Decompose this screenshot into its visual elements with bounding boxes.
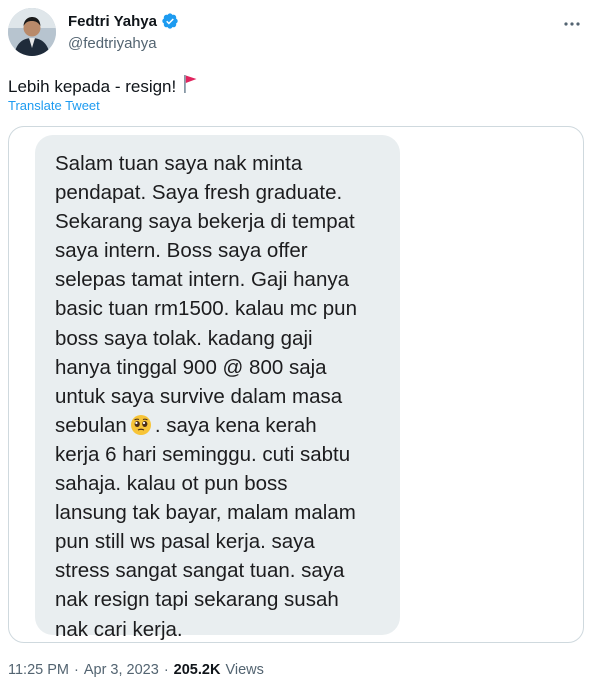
tweet-date[interactable]: Apr 3, 2023	[84, 662, 159, 678]
message-line: saya intern. Boss saya offer	[55, 239, 308, 263]
author-handle[interactable]: @fedtriyahya	[68, 35, 157, 52]
avatar-image	[8, 8, 56, 56]
message-line-part: sebulan	[55, 413, 127, 437]
message-line: sahaja. kalau ot pun boss	[55, 472, 288, 496]
author-name-row[interactable]: Fedtri Yahya	[68, 12, 179, 30]
meta-separator: ·	[163, 662, 169, 678]
message-line: boss saya tolak. kadang gaji	[55, 326, 313, 350]
more-options-icon[interactable]	[562, 14, 582, 34]
tweet-text-content: Lebih kepada - resign!	[8, 76, 177, 96]
message-line-part: . saya kena kerah	[154, 413, 317, 437]
message-line: nak resign tapi sekarang susah	[55, 588, 339, 612]
message-line-with-emoji: sebulan . saya kena kerah	[55, 411, 357, 440]
message-line: Salam tuan saya nak minta	[55, 152, 303, 175]
red-flag-icon	[182, 74, 198, 99]
verified-badge-icon	[161, 12, 179, 30]
tweet-text: Lebih kepada - resign!	[8, 74, 198, 99]
views-label: Views	[225, 662, 264, 678]
translate-tweet-link[interactable]: Translate Tweet	[8, 98, 100, 113]
message-line: lansung tak bayar, malam malam	[55, 501, 356, 525]
tweet-time[interactable]: 11:25 PM	[8, 662, 69, 678]
message-line: Sekarang saya bekerja di tempat	[55, 210, 355, 234]
message-bubble: Salam tuan saya nak minta pendapat. Saya…	[35, 135, 400, 641]
message-line: pendapat. Saya fresh graduate.	[55, 181, 343, 205]
message-line: basic tuan rm1500. kalau mc pun	[55, 297, 357, 321]
message-line: stress sangat sangat tuan. saya	[55, 559, 345, 583]
message-line: nak cari kerja.	[55, 617, 183, 641]
author-display-name[interactable]: Fedtri Yahya	[68, 13, 157, 30]
meta-separator: ·	[74, 662, 79, 678]
tweet-media-image[interactable]: Salam tuan saya nak minta pendapat. Saya…	[8, 126, 584, 643]
tweet-meta: 11:25 PM · Apr 3, 2023 · 205.2K Views	[8, 662, 264, 678]
pleading-face-icon	[130, 414, 152, 436]
message-line: selepas tamat intern. Gaji hanya	[55, 268, 349, 292]
views-count: 205.2K	[173, 662, 221, 678]
author-avatar[interactable]	[8, 8, 56, 56]
message-line: pun still ws pasal kerja. saya	[55, 530, 315, 554]
message-line: hanya tinggal 900 @ 800 saja	[55, 355, 327, 379]
message-text: Salam tuan saya nak minta pendapat. Saya…	[55, 149, 357, 642]
message-line: untuk saya survive dalam masa	[55, 384, 343, 408]
message-line: kerja 6 hari seminggu. cuti sabtu	[55, 442, 351, 466]
